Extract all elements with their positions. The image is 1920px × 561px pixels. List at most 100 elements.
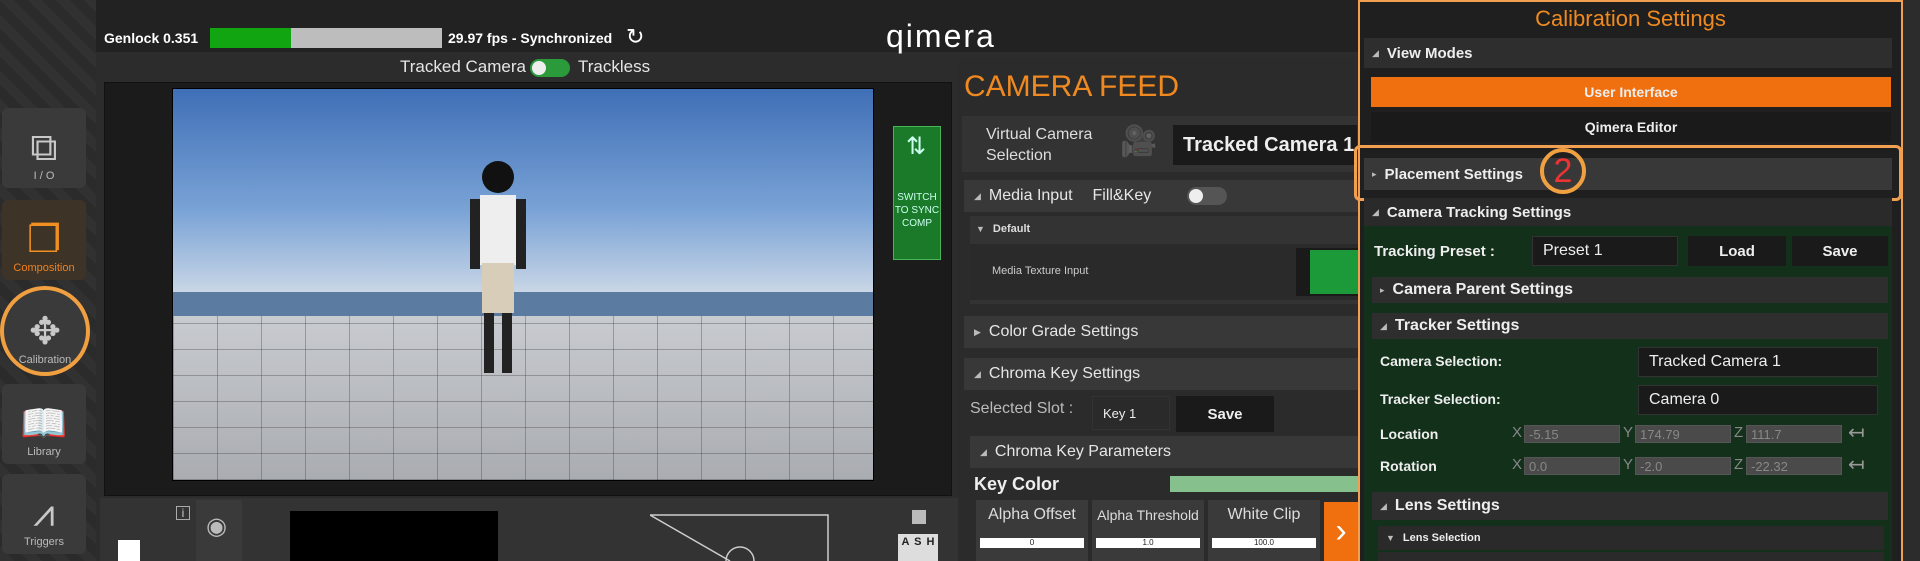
- virtual-camera-select[interactable]: Tracked Camera 1: [1172, 124, 1358, 166]
- param-value[interactable]: 0: [980, 538, 1084, 548]
- sidebar-item-io[interactable]: ⧉ I / O: [2, 108, 86, 188]
- stop-icon[interactable]: [912, 510, 926, 524]
- shape-outline: [650, 514, 829, 561]
- default-label: Default: [992, 223, 1031, 235]
- sidebar-item-label: Composition: [13, 262, 75, 274]
- media-texture-thumb[interactable]: [1296, 248, 1358, 296]
- preview-black: [290, 511, 498, 561]
- sidebar-item-library[interactable]: 📖 Library: [2, 384, 86, 464]
- eye-toggle[interactable]: ◉: [196, 500, 242, 561]
- chroma-save-button[interactable]: Save: [1176, 396, 1274, 432]
- next-arrow-button[interactable]: ›: [1324, 502, 1358, 561]
- collapse-icon: ◢: [980, 446, 987, 457]
- chroma-params-header[interactable]: ◢ Chroma Key Parameters: [970, 436, 1358, 468]
- person-figure: [470, 161, 526, 373]
- collapse-icon: ◢: [1372, 47, 1379, 58]
- tracked-camera-label: Tracked Camera: [400, 57, 526, 76]
- rotation-x-input[interactable]: 0.0: [1524, 457, 1620, 475]
- sidebar-item-label: Triggers: [24, 536, 64, 548]
- placement-settings-header[interactable]: ▸ Placement Settings: [1364, 158, 1892, 190]
- collapse-icon: ◢: [1380, 320, 1387, 331]
- media-texture-label: Media Texture Input: [992, 265, 1089, 277]
- rotation-z-input[interactable]: -22.32: [1746, 457, 1842, 475]
- key-color-swatch[interactable]: [1170, 476, 1358, 492]
- chroma-key-header[interactable]: ◢ Chroma Key Settings: [964, 358, 1358, 390]
- fill-key-label: Fill&Key: [1092, 187, 1152, 204]
- sync-label: SWITCH TO SYNC COMP: [894, 192, 940, 229]
- lens-settings-header[interactable]: ◢ Lens Settings: [1372, 492, 1888, 520]
- location-x-axis: X: [1512, 424, 1523, 441]
- white-clip-param[interactable]: White Clip 100.0: [1208, 500, 1320, 561]
- lens-selection-label: Lens Selection: [1402, 532, 1481, 544]
- placement-label: Placement Settings: [1384, 165, 1523, 183]
- location-z-input[interactable]: 111.7: [1746, 425, 1842, 443]
- trackless-label: Trackless: [578, 57, 651, 76]
- reset-location-icon[interactable]: ↤: [1848, 420, 1865, 445]
- sidebar-item-composition[interactable]: ❐ Composition: [2, 200, 86, 280]
- view-modes-header[interactable]: ◢ View Modes: [1364, 38, 1892, 68]
- info-icon[interactable]: i: [176, 506, 190, 520]
- tracker-selection-select[interactable]: Camera 0: [1638, 385, 1878, 415]
- rotation-y-input[interactable]: -2.0: [1635, 457, 1731, 475]
- io-icon: ⧉: [30, 127, 58, 169]
- white-swatch: [118, 540, 140, 561]
- right-scroll-area: [1903, 0, 1920, 561]
- camera-selection-select[interactable]: Tracked Camera 1: [1638, 347, 1878, 377]
- location-y-input[interactable]: 174.79: [1635, 425, 1731, 443]
- view-modes-label: View Modes: [1386, 44, 1473, 62]
- qimera-logo: qimera: [886, 18, 996, 54]
- genlock-bar-fill: [210, 28, 291, 48]
- viewport-render[interactable]: [172, 88, 874, 481]
- tracking-preset-select[interactable]: Preset 1: [1532, 236, 1678, 266]
- param-label: Alpha Threshold: [1097, 507, 1199, 523]
- alpha-offset-param[interactable]: Alpha Offset 0: [976, 500, 1088, 561]
- chroma-key-label: Chroma Key Settings: [988, 365, 1141, 382]
- fill-key-toggle[interactable]: [1187, 187, 1228, 205]
- param-label: Alpha Offset: [988, 506, 1076, 523]
- param-value[interactable]: 100.0: [1212, 538, 1316, 548]
- media-input-header[interactable]: ◢ Media Input Fill&Key: [964, 180, 1358, 212]
- camera-tracking-header[interactable]: ◢ Camera Tracking Settings: [1364, 198, 1892, 226]
- location-x-input[interactable]: -5.15: [1524, 425, 1620, 443]
- sidebar-item-triggers[interactable]: ⩘ Triggers: [2, 474, 86, 554]
- virtual-camera-label: Virtual Camera Selection: [986, 126, 1093, 164]
- camera-selection-label: Camera Selection:: [1380, 353, 1503, 369]
- load-preset-button[interactable]: Load: [1688, 236, 1786, 266]
- selected-slot-label: Selected Slot :: [970, 400, 1074, 417]
- qimera-editor-button[interactable]: Qimera Editor: [1371, 112, 1891, 142]
- ash-badge: A S H: [898, 534, 938, 561]
- camera-icon: 🎥: [1120, 125, 1158, 158]
- genlock-label: Genlock 0.351: [104, 30, 199, 46]
- sidebar-item-label: Calibration: [18, 354, 72, 366]
- alpha-threshold-param[interactable]: Alpha Threshold 1.0: [1092, 500, 1204, 561]
- tracking-preset-label: Tracking Preset :: [1374, 243, 1495, 260]
- camera-tracking-label: Camera Tracking Settings: [1386, 203, 1572, 221]
- collapse-icon: ▼: [976, 224, 985, 234]
- lens-selection-header[interactable]: ▼ Lens Selection: [1378, 526, 1884, 550]
- color-grade-header[interactable]: ▶ Color Grade Settings: [964, 316, 1358, 348]
- trackless-toggle[interactable]: [530, 59, 570, 77]
- location-y-axis: Y: [1623, 424, 1634, 441]
- refresh-icon[interactable]: ↻: [626, 24, 644, 50]
- reset-rotation-icon[interactable]: ↤: [1848, 452, 1865, 477]
- default-header[interactable]: ▼ Default: [976, 223, 1030, 235]
- param-label: White Clip: [1227, 506, 1301, 523]
- param-value[interactable]: 1.0: [1096, 538, 1200, 548]
- annotation-number-2: 2: [1540, 148, 1586, 194]
- user-interface-button[interactable]: User Interface: [1371, 77, 1891, 107]
- save-preset-button[interactable]: Save: [1792, 236, 1888, 266]
- fps-status: 29.97 fps - Synchronized: [448, 30, 613, 46]
- selected-slot-select[interactable]: Key 1: [1092, 396, 1170, 430]
- tracker-settings-label: Tracker Settings: [1394, 317, 1520, 334]
- expand-icon: ▸: [1380, 284, 1385, 295]
- collapse-icon: ◢: [974, 368, 981, 379]
- collapse-icon: ◢: [974, 190, 981, 201]
- location-label: Location: [1380, 426, 1439, 442]
- expand-icon: ▶: [974, 326, 981, 337]
- tracker-selection-label: Tracker Selection:: [1380, 391, 1501, 407]
- tracker-settings-header[interactable]: ◢ Tracker Settings: [1372, 313, 1888, 339]
- collapse-icon: ◢: [1380, 500, 1387, 511]
- sidebar-item-calibration[interactable]: ✥ Calibration: [0, 286, 90, 376]
- camera-parent-header[interactable]: ▸ Camera Parent Settings: [1372, 277, 1888, 303]
- rotation-y-axis: Y: [1623, 456, 1634, 473]
